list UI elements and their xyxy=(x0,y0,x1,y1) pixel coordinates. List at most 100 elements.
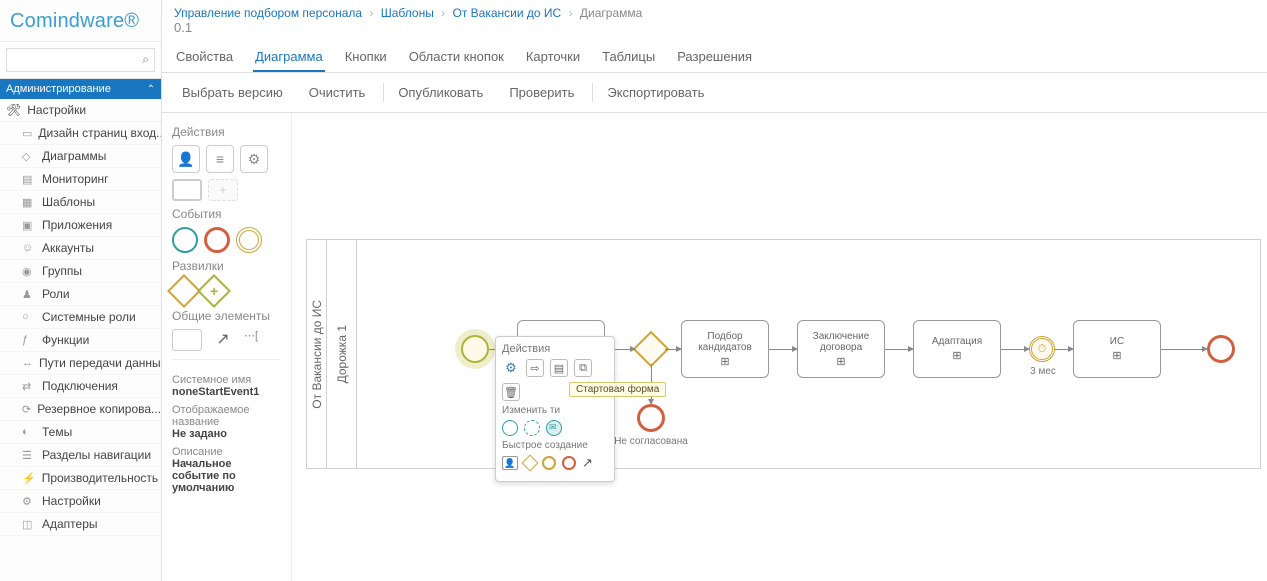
palette-gateway-parallel[interactable] xyxy=(197,274,231,308)
copy-icon[interactable]: ⧉ xyxy=(574,359,592,377)
sidebar-item[interactable]: ♟Роли xyxy=(0,283,161,306)
tab-permissions[interactable]: Разрешения xyxy=(675,41,754,72)
sidebar-item-label: Системные роли xyxy=(42,310,136,324)
tab-diagram[interactable]: Диаграмма xyxy=(253,41,325,72)
search-wrap: ⌕ xyxy=(0,42,161,79)
end-event-label: Не согласована xyxy=(611,436,691,447)
export-icon[interactable]: ⇨ xyxy=(526,359,544,377)
task-label: Адаптация xyxy=(932,336,982,347)
palette-user-task[interactable]: 👤 xyxy=(172,145,200,173)
palette-sequence-flow[interactable]: ↗ xyxy=(208,329,238,349)
ctx-create-timer[interactable] xyxy=(542,456,556,470)
ctx-evt-message[interactable] xyxy=(546,420,562,436)
palette-start-event[interactable] xyxy=(172,227,198,253)
pool[interactable]: От Вакансии до ИС Дорожка 1 xyxy=(306,239,1261,469)
breadcrumb-link[interactable]: От Вакансии до ИС xyxy=(453,6,562,20)
search-icon[interactable]: ⌕ xyxy=(142,52,149,67)
task-label: Подбор кандидатов xyxy=(684,331,766,353)
diagram-canvas[interactable]: От Вакансии до ИС Дорожка 1 xyxy=(292,113,1267,581)
sidebar-item[interactable]: ○Системные роли xyxy=(0,306,161,329)
form-icon[interactable]: ▤ xyxy=(550,359,568,377)
ctx-create-task[interactable]: 👤 xyxy=(502,456,518,470)
palette-annotation[interactable]: ⋯[ xyxy=(244,329,258,351)
sidebar-item[interactable]: ⇄Подключения xyxy=(0,375,161,398)
toolbar-export[interactable]: Экспортировать xyxy=(592,83,712,102)
sidebar-item[interactable]: ◐Темы xyxy=(0,421,161,444)
palette-service-task[interactable]: ⚙ xyxy=(240,145,268,173)
sidebar-item[interactable]: ⚙Настройки xyxy=(0,490,161,513)
palette-gateway-exclusive[interactable] xyxy=(167,274,201,308)
tab-buttons[interactable]: Кнопки xyxy=(343,41,389,72)
tab-cards[interactable]: Карточки xyxy=(524,41,582,72)
sequence-flow[interactable] xyxy=(1001,349,1029,350)
sidebar-item[interactable]: ◉Группы xyxy=(0,260,161,283)
end-event-node[interactable] xyxy=(1207,335,1235,363)
end-event-node[interactable] xyxy=(637,404,665,432)
toolbar-clear[interactable]: Очистить xyxy=(301,83,374,102)
tab-tables[interactable]: Таблицы xyxy=(600,41,657,72)
sequence-flow[interactable] xyxy=(1161,349,1207,350)
palette-pool[interactable] xyxy=(172,329,202,351)
delete-icon[interactable]: 🗑 xyxy=(502,383,520,401)
sequence-flow[interactable] xyxy=(769,349,797,350)
sidebar-item[interactable]: ☺Аккаунты xyxy=(0,237,161,260)
sidebar-group-settings[interactable]: 🛠 Настройки xyxy=(0,99,161,122)
search-input[interactable] xyxy=(6,48,155,72)
chevron-up-icon: ⌃ xyxy=(147,84,155,95)
lane-label-strip[interactable]: Дорожка 1 xyxy=(327,240,357,468)
ctx-create-end[interactable] xyxy=(562,456,576,470)
ctx-create-flow[interactable]: ↗ xyxy=(582,455,593,471)
ctx-quick-create: Быстрое создание xyxy=(502,440,608,451)
template-icon: ▦ xyxy=(22,196,36,209)
ctx-create-gateway[interactable] xyxy=(522,455,539,472)
tab-buttonareas[interactable]: Области кнопок xyxy=(407,41,506,72)
ctx-evt-none[interactable] xyxy=(502,420,518,436)
task-node[interactable]: Адаптация ⊞ xyxy=(913,320,1001,378)
sidebar-item-label: Функции xyxy=(42,333,89,347)
sidebar-item[interactable]: ƒФункции xyxy=(0,329,161,352)
task-node[interactable]: Подбор кандидатов ⊞ xyxy=(681,320,769,378)
sidebar-item[interactable]: ▭Дизайн страниц вход... xyxy=(0,122,161,145)
breadcrumb-link[interactable]: Шаблоны xyxy=(381,6,434,20)
sidebar-item[interactable]: ⟳Резервное копирова... xyxy=(0,398,161,421)
sidebar-item[interactable]: ▣Приложения xyxy=(0,214,161,237)
task-node[interactable]: Заключение договора ⊞ xyxy=(797,320,885,378)
sidebar-item-label: Приложения xyxy=(42,218,112,232)
tabs: Свойства Диаграмма Кнопки Области кнопок… xyxy=(162,41,1267,73)
sequence-flow[interactable] xyxy=(885,349,913,350)
gear-icon[interactable]: ⚙ xyxy=(502,359,520,377)
toolbar-publish[interactable]: Опубликовать xyxy=(383,83,491,102)
ctx-evt-non-interrupting[interactable] xyxy=(524,420,540,436)
timer-event-node[interactable]: ⏱ xyxy=(1029,336,1055,362)
palette-subprocess[interactable] xyxy=(172,179,202,201)
tab-properties[interactable]: Свойства xyxy=(174,41,235,72)
sidebar-item-label: Адаптеры xyxy=(42,517,98,531)
sidebar-item[interactable]: ☰Разделы навигации xyxy=(0,444,161,467)
sidebar-item[interactable]: ◇Диаграммы xyxy=(0,145,161,168)
sidebar-item[interactable]: ◫Адаптеры xyxy=(0,513,161,536)
palette-events-label: События xyxy=(172,207,281,221)
sequence-flow[interactable] xyxy=(1055,349,1073,350)
breadcrumb-link[interactable]: Управление подбором персонала xyxy=(174,6,362,20)
lane[interactable]: Не согласована Подбор кандидатов ⊞ Заклю… xyxy=(357,240,1260,468)
sequence-flow[interactable] xyxy=(665,349,681,350)
toolbar-validate[interactable]: Проверить xyxy=(501,83,582,102)
palette-end-event[interactable] xyxy=(204,227,230,253)
gateway-node[interactable] xyxy=(633,331,670,368)
palette-timer-event[interactable] xyxy=(236,227,262,253)
sidebar-section-admin[interactable]: Администрирование ⌃ xyxy=(0,79,161,99)
ctx-change-type: Изменить ти xyxy=(502,405,608,416)
palette-script-task[interactable]: ≡ xyxy=(206,145,234,173)
start-event-node[interactable] xyxy=(461,335,489,363)
task-node[interactable]: ИС ⊞ xyxy=(1073,320,1161,378)
sidebar-item[interactable]: ↔Пути передачи данных xyxy=(0,352,161,375)
palette-add-task[interactable]: + xyxy=(208,179,238,201)
sidebar-item[interactable]: ▤Мониторинг xyxy=(0,168,161,191)
sidebar-item[interactable]: ⚡Производительность xyxy=(0,467,161,490)
pool-label-strip[interactable]: От Вакансии до ИС xyxy=(307,240,327,468)
sidebar-item-label: Мониторинг xyxy=(42,172,109,186)
sidebar-item[interactable]: ▦Шаблоны xyxy=(0,191,161,214)
toolbar-select-version[interactable]: Выбрать версию xyxy=(174,83,291,102)
sidebar-item-label: Диаграммы xyxy=(42,149,106,163)
task-label: ИС xyxy=(1110,336,1124,347)
